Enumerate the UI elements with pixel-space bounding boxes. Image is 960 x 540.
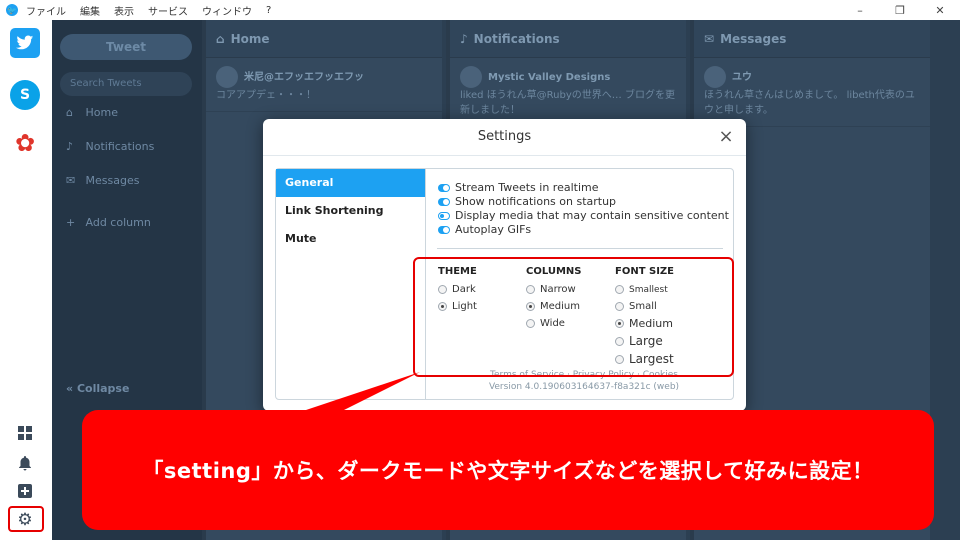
tab-link-shortening[interactable]: Link Shortening xyxy=(276,197,425,225)
skype-icon[interactable]: S xyxy=(10,80,40,110)
avatar xyxy=(216,66,238,88)
menu-bar: 🐦 ファイル 編集 表示 サービス ウィンドウ ? – ❐ ✕ xyxy=(0,0,960,20)
toggle-icon[interactable] xyxy=(438,198,450,206)
toggle-icon[interactable] xyxy=(438,212,450,220)
nav-home[interactable]: ⌂ Home xyxy=(66,106,118,119)
collapse-button[interactable]: « Collapse xyxy=(66,382,129,395)
mail-icon: ✉ xyxy=(66,174,76,187)
search-input[interactable]: Search Tweets xyxy=(60,72,192,96)
notification-item: Mystic Valley Designs liked ほうれん草@Rubyの世界… xyxy=(450,58,686,127)
minimize-button[interactable]: – xyxy=(840,0,880,20)
menu-view[interactable]: 表示 xyxy=(114,3,134,18)
twitter-icon[interactable] xyxy=(10,28,40,58)
menu-window[interactable]: ウィンドウ xyxy=(202,3,252,18)
add-column-icon[interactable] xyxy=(14,480,36,502)
restore-button[interactable]: ❐ xyxy=(880,0,920,20)
general-options: Stream Tweets in realtime Show notificat… xyxy=(438,181,729,237)
tweet-item: 米尼@エフッエフッエフッ コアアプデェ・・・！ xyxy=(206,58,442,112)
home-icon: ⌂ xyxy=(216,31,225,46)
grid-icon[interactable] xyxy=(14,422,36,444)
nav-notifications[interactable]: ♪ Notifications xyxy=(66,140,154,153)
close-icon[interactable]: × xyxy=(716,127,736,147)
version-text: Version 4.0.190603164637-f8a321c (web) xyxy=(488,382,680,392)
callout-banner: 「setting」から、ダークモードや文字サイズなどを選択して好みに設定！ xyxy=(82,410,934,530)
divider xyxy=(437,248,723,249)
app-icon: 🐦 xyxy=(6,4,18,16)
option-sensitive-media[interactable]: Display media that may contain sensitive… xyxy=(438,209,729,223)
divider xyxy=(263,155,746,156)
menu-service[interactable]: サービス xyxy=(148,3,188,18)
menu-help[interactable]: ? xyxy=(266,5,271,16)
plus-icon: + xyxy=(66,216,76,229)
toggle-icon[interactable] xyxy=(438,226,450,234)
settings-highlight-box xyxy=(8,506,44,532)
mail-icon: ✉ xyxy=(704,31,715,46)
tab-general[interactable]: General xyxy=(276,169,425,197)
column-header: ⌂ Home xyxy=(206,20,442,58)
message-item: ユウ ほうれん草さんはじめまして。 libeth代表のユウと申します。 xyxy=(694,58,930,127)
callout-text: 「setting」から、ダークモードや文字サイズなどを選択して好みに設定！ xyxy=(142,459,874,483)
options-highlight-box xyxy=(413,257,734,377)
option-stream-tweets[interactable]: Stream Tweets in realtime xyxy=(438,181,729,195)
column-header: ♪ Notifications xyxy=(450,20,686,58)
service-rail: S ✿ ⚙ xyxy=(0,20,52,540)
nav-messages[interactable]: ✉ Messages xyxy=(66,174,139,187)
window-controls: – ❐ ✕ xyxy=(840,0,960,20)
bell-icon[interactable] xyxy=(14,452,36,474)
menu-file[interactable]: ファイル xyxy=(26,3,66,18)
option-notifications-startup[interactable]: Show notifications on startup xyxy=(438,195,729,209)
toggle-icon[interactable] xyxy=(438,184,450,192)
tweet-button[interactable]: Tweet xyxy=(60,34,192,60)
avatar xyxy=(704,66,726,88)
bell-icon: ♪ xyxy=(66,140,74,153)
column-header: ✉ Messages xyxy=(694,20,930,58)
avatar xyxy=(460,66,482,88)
nav-add-column[interactable]: + Add column xyxy=(66,216,151,229)
option-autoplay-gifs[interactable]: Autoplay GIFs xyxy=(438,223,729,237)
flower-app-icon[interactable]: ✿ xyxy=(10,128,40,158)
menu-edit[interactable]: 編集 xyxy=(80,3,100,18)
dialog-title: Settings xyxy=(477,129,532,144)
bell-icon: ♪ xyxy=(460,31,468,46)
settings-tabs: General Link Shortening Mute xyxy=(276,169,426,399)
home-icon: ⌂ xyxy=(66,106,73,119)
close-window-button[interactable]: ✕ xyxy=(920,0,960,20)
tab-mute[interactable]: Mute xyxy=(276,225,425,253)
